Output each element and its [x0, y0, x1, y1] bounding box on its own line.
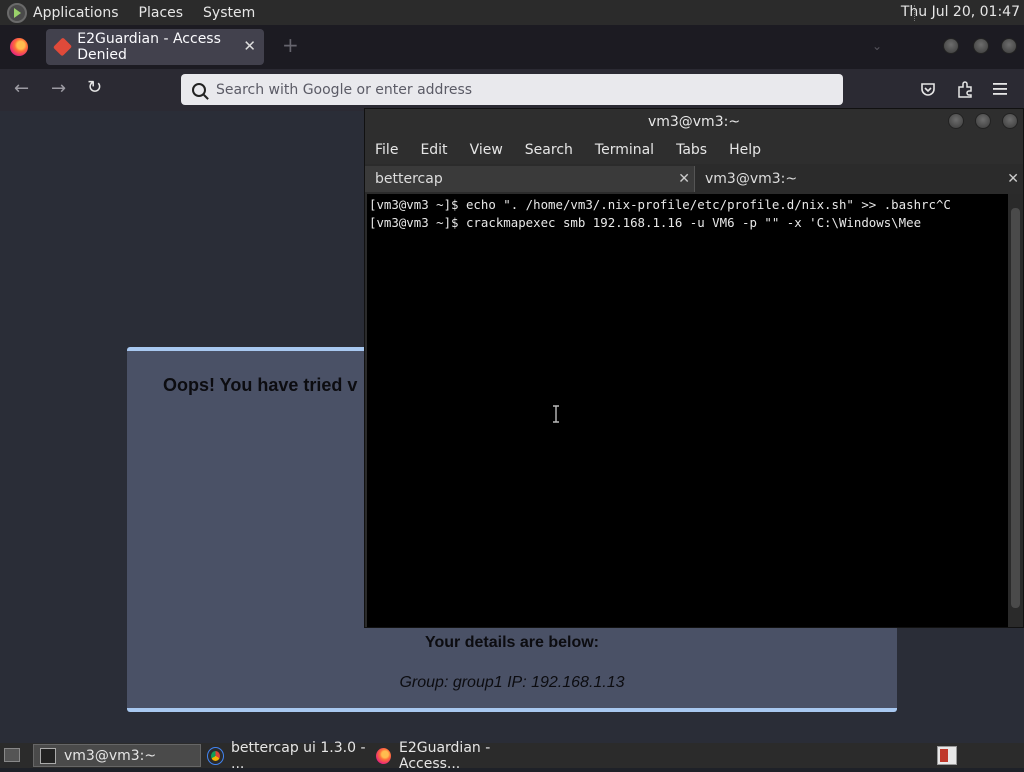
close-tab-icon[interactable]: ✕: [1007, 166, 1019, 192]
terminal-window: vm3@vm3:~ File Edit View Search Terminal…: [364, 108, 1024, 628]
terminal-icon: [40, 747, 56, 764]
url-bar[interactable]: Search with Google or enter address: [181, 74, 843, 105]
menu-help[interactable]: Help: [729, 142, 761, 158]
new-tab-button[interactable]: +: [282, 33, 299, 57]
menu-terminal[interactable]: Terminal: [595, 142, 654, 158]
terminal-tab-vm3[interactable]: vm3@vm3:~ ✕: [694, 166, 1023, 192]
terminal-output[interactable]: [vm3@vm3 ~]$ echo ". /home/vm3/.nix-prof…: [367, 194, 1008, 627]
places-menu[interactable]: Places: [139, 5, 184, 21]
taskbar-item-label: vm3@vm3:~: [64, 747, 157, 764]
show-desktop-icon[interactable]: [4, 748, 20, 762]
taskbar-item-label: bettercap ui 1.3.0 - ...: [231, 739, 366, 772]
taskbar-item-e2guardian[interactable]: E2Guardian - Access...: [370, 740, 546, 772]
workspace-switcher[interactable]: [937, 746, 957, 765]
taskbar: vm3@vm3:~ bettercap ui 1.3.0 - ... E2Gua…: [0, 740, 1024, 772]
details-line: Group: group1 IP: 192.168.1.13: [399, 674, 625, 691]
menu-file[interactable]: File: [375, 142, 398, 158]
taskbar-item-terminal[interactable]: vm3@vm3:~: [33, 744, 201, 767]
menu-tabs[interactable]: Tabs: [676, 142, 707, 158]
terminal-tab-bettercap[interactable]: bettercap ✕: [365, 166, 694, 192]
terminal-minimize-button[interactable]: [948, 113, 964, 129]
extensions-puzzle-icon[interactable]: [956, 80, 974, 98]
terminal-tab-label: vm3@vm3:~: [705, 171, 798, 187]
taskbar-item-label: E2Guardian - Access...: [398, 739, 491, 772]
menu-edit[interactable]: Edit: [420, 142, 447, 158]
url-bar-placeholder: Search with Google or enter address: [216, 81, 473, 98]
search-icon: [192, 82, 206, 97]
list-tabs-chevron-icon[interactable]: ⌄: [872, 39, 882, 53]
browser-tab-active[interactable]: E2Guardian - Access Denied ✕: [46, 29, 264, 65]
forward-arrow-icon[interactable]: →: [51, 78, 66, 99]
terminal-line: [vm3@vm3 ~]$ crackmapexec smb 192.168.1.…: [369, 215, 922, 230]
minimize-window-button[interactable]: [943, 38, 959, 54]
workspace-window-preview: [940, 749, 948, 762]
firefox-icon: [376, 747, 391, 764]
taskbar-item-bettercap[interactable]: bettercap ui 1.3.0 - ...: [202, 740, 368, 772]
details-heading: Your details are below:: [425, 634, 599, 651]
menu-view[interactable]: View: [470, 142, 503, 158]
browser-tab-bar: E2Guardian - Access Denied ✕ + ⌄: [0, 25, 1024, 69]
hamburger-menu-icon[interactable]: [992, 82, 1008, 96]
menu-search[interactable]: Search: [525, 142, 573, 158]
terminal-title: vm3@vm3:~: [365, 109, 1023, 136]
terminal-menu-bar: File Edit View Search Terminal Tabs Help: [365, 136, 1023, 164]
page-heading: Oops! You have tried v: [163, 375, 358, 395]
top-panel: Applications Places System Thu Jul 20, 0…: [0, 0, 1024, 25]
text-cursor-icon: [553, 405, 559, 423]
system-menu[interactable]: System: [203, 5, 255, 21]
terminal-tab-bar: bettercap ✕ vm3@vm3:~ ✕: [365, 166, 1023, 192]
close-window-button[interactable]: [1001, 38, 1017, 54]
close-tab-icon[interactable]: ✕: [678, 166, 690, 192]
applications-menu[interactable]: Applications: [33, 5, 119, 21]
pocket-icon[interactable]: [920, 81, 936, 97]
terminal-maximize-button[interactable]: [975, 113, 991, 129]
scrollbar-thumb[interactable]: [1011, 208, 1020, 608]
firefox-logo-icon[interactable]: [10, 38, 28, 56]
terminal-tab-label: bettercap: [375, 171, 443, 187]
terminal-scrollbar[interactable]: [1008, 194, 1023, 627]
browser-nav-bar: ← → ↻ Search with Google or enter addres…: [0, 69, 1024, 111]
close-tab-icon[interactable]: ✕: [243, 37, 256, 55]
terminal-line: [vm3@vm3 ~]$ echo ". /home/vm3/.nix-prof…: [369, 197, 951, 212]
terminal-close-button[interactable]: [1002, 113, 1018, 129]
maximize-window-button[interactable]: [973, 38, 989, 54]
browser-tab-title: E2Guardian - Access Denied: [77, 31, 221, 63]
e2guardian-favicon-icon: [52, 37, 73, 57]
reload-icon[interactable]: ↻: [87, 77, 102, 98]
chrome-icon: [207, 746, 224, 765]
applications-menu-icon[interactable]: [7, 2, 27, 23]
panel-clock[interactable]: Thu Jul 20, 01:47: [901, 4, 1020, 20]
back-arrow-icon[interactable]: ←: [14, 78, 29, 99]
